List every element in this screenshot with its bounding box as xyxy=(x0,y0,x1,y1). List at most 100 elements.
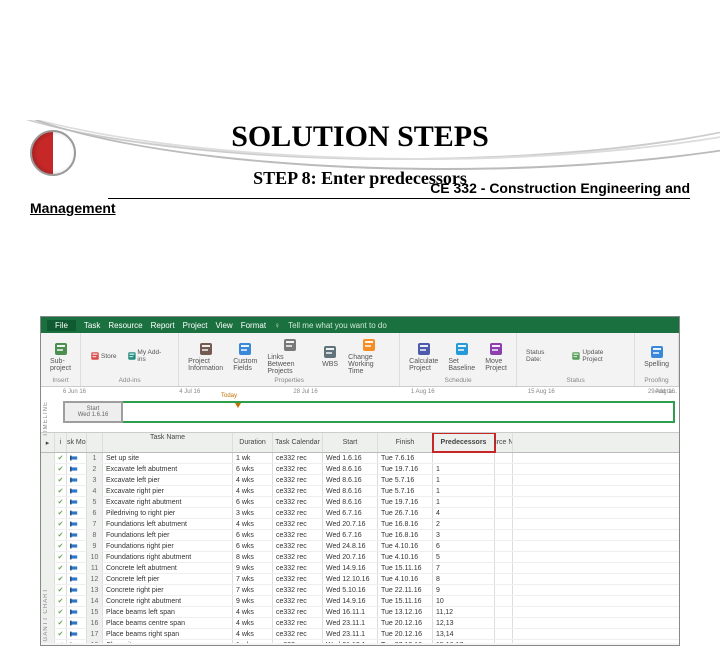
links-between-button[interactable]: Links BetweenProjects xyxy=(264,336,315,376)
cell-resource[interactable] xyxy=(495,640,513,643)
cell-finish[interactable]: Tue 22.11.16 xyxy=(378,585,433,595)
cell-start[interactable]: Wed 16.11.1 xyxy=(323,607,378,617)
cell-start[interactable]: Wed 8.6.16 xyxy=(323,486,378,496)
timeline-bar[interactable]: Start Wed 1.6.16 Today xyxy=(63,401,675,423)
cell-predecessors[interactable]: 15,16,17 xyxy=(433,640,495,643)
row-handle[interactable] xyxy=(41,574,55,584)
cell-duration[interactable]: 4 wks xyxy=(233,475,273,485)
col-task-calendar[interactable]: Task Calendar xyxy=(273,433,323,452)
cell-task-name[interactable]: Foundations left pier xyxy=(103,530,233,540)
cell-duration[interactable]: 4 wks xyxy=(233,629,273,639)
col-finish[interactable]: Finish xyxy=(378,433,433,452)
menu-file[interactable]: File xyxy=(47,320,76,331)
cell-calendar[interactable]: ce332 rec xyxy=(273,640,323,643)
cell-resource[interactable] xyxy=(495,574,513,584)
cell-finish[interactable]: Tue 15.11.16 xyxy=(378,596,433,606)
cell-finish[interactable]: Tue 27.12.16 xyxy=(378,640,433,643)
cell-start[interactable]: Wed 12.10.16 xyxy=(323,574,378,584)
task-mode-icon[interactable] xyxy=(67,508,87,518)
cell-calendar[interactable]: ce332 rec xyxy=(273,596,323,606)
timeline-add-hint[interactable]: Add ta... xyxy=(655,389,677,395)
task-mode-icon[interactable] xyxy=(67,464,87,474)
cell-task-name[interactable]: Excavate right pier xyxy=(103,486,233,496)
cell-task-name[interactable]: Excavate left pier xyxy=(103,475,233,485)
table-row[interactable]: ✔13Concrete right pier7 wksce332 recWed … xyxy=(41,585,679,596)
cell-duration[interactable]: 1 wk xyxy=(233,640,273,643)
task-mode-icon[interactable] xyxy=(67,486,87,496)
table-row[interactable]: ✔14Concrete right abutment9 wksce332 rec… xyxy=(41,596,679,607)
wbs-button[interactable]: WBS xyxy=(319,343,341,369)
move-project-button[interactable]: MoveProject xyxy=(482,340,510,373)
cell-resource[interactable] xyxy=(495,618,513,628)
cell-start[interactable]: Wed 20.7.16 xyxy=(323,519,378,529)
spelling-button[interactable]: Spelling xyxy=(641,343,672,369)
cell-calendar[interactable]: ce332 rec xyxy=(273,464,323,474)
cell-finish[interactable]: Tue 5.7.16 xyxy=(378,475,433,485)
cell-duration[interactable]: 6 wks xyxy=(233,530,273,540)
cell-duration[interactable]: 1 wk xyxy=(233,453,273,463)
cell-resource[interactable] xyxy=(495,607,513,617)
cell-finish[interactable]: Tue 4.10.16 xyxy=(378,552,433,562)
cell-resource[interactable] xyxy=(495,596,513,606)
cell-resource[interactable] xyxy=(495,453,513,463)
cell-task-name[interactable]: Excavate left abutment xyxy=(103,464,233,474)
cell-calendar[interactable]: ce332 rec xyxy=(273,453,323,463)
row-handle[interactable] xyxy=(41,563,55,573)
cell-start[interactable]: Wed 21.12.1 xyxy=(323,640,378,643)
cell-finish[interactable]: Tue 19.7.16 xyxy=(378,497,433,507)
cell-finish[interactable]: Tue 20.12.16 xyxy=(378,629,433,639)
table-row[interactable]: ✔11Concrete left abutment9 wksce332 recW… xyxy=(41,563,679,574)
cell-predecessors[interactable]: 1 xyxy=(433,486,495,496)
my-addins-button[interactable]: My Add-ins xyxy=(124,348,173,364)
menu-report[interactable]: Report xyxy=(151,321,175,330)
cell-task-name[interactable]: Foundations left abutment xyxy=(103,519,233,529)
cell-calendar[interactable]: ce332 rec xyxy=(273,629,323,639)
task-mode-icon[interactable] xyxy=(67,552,87,562)
row-handle[interactable] xyxy=(41,464,55,474)
cell-finish[interactable]: Tue 4.10.16 xyxy=(378,541,433,551)
cell-resource[interactable] xyxy=(495,519,513,529)
cell-finish[interactable]: Tue 26.7.16 xyxy=(378,508,433,518)
cell-task-name[interactable]: Foundations right pier xyxy=(103,541,233,551)
cell-resource[interactable] xyxy=(495,552,513,562)
update-project-button[interactable]: Update Project xyxy=(568,348,628,364)
cell-duration[interactable]: 4 wks xyxy=(233,519,273,529)
cell-calendar[interactable]: ce332 rec xyxy=(273,585,323,595)
tell-me-input[interactable]: Tell me what you want to do xyxy=(288,321,387,330)
table-row[interactable]: ✔18Clear site1 wkce332 recWed 21.12.1Tue… xyxy=(41,640,679,643)
cell-calendar[interactable]: ce332 rec xyxy=(273,574,323,584)
table-row[interactable]: ✔8Foundations left pier6 wksce332 recWed… xyxy=(41,530,679,541)
cell-task-name[interactable]: Place beams left span xyxy=(103,607,233,617)
col-resource-names[interactable]: Resource Names xyxy=(495,433,513,452)
cell-start[interactable]: Wed 6.7.16 xyxy=(323,530,378,540)
col-start[interactable]: Start xyxy=(323,433,378,452)
task-mode-icon[interactable] xyxy=(67,519,87,529)
cell-predecessors[interactable]: 9 xyxy=(433,585,495,595)
cell-task-name[interactable]: Concrete left abutment xyxy=(103,563,233,573)
task-mode-icon[interactable] xyxy=(67,574,87,584)
table-row[interactable]: ✔6Piledriving to right pier3 wksce332 re… xyxy=(41,508,679,519)
table-row[interactable]: ✔12Concrete left pier7 wksce332 recWed 1… xyxy=(41,574,679,585)
cell-predecessors[interactable]: 1 xyxy=(433,475,495,485)
cell-calendar[interactable]: ce332 rec xyxy=(273,618,323,628)
cell-start[interactable]: Wed 8.6.16 xyxy=(323,475,378,485)
calculate-button[interactable]: CalculateProject xyxy=(406,340,441,373)
table-row[interactable]: ✔10Foundations right abutment8 wksce332 … xyxy=(41,552,679,563)
cell-predecessors[interactable]: 11,12 xyxy=(433,607,495,617)
cell-predecessors[interactable] xyxy=(433,453,495,463)
cell-resource[interactable] xyxy=(495,541,513,551)
cell-calendar[interactable]: ce332 rec xyxy=(273,519,323,529)
cell-duration[interactable]: 7 wks xyxy=(233,574,273,584)
task-mode-icon[interactable] xyxy=(67,585,87,595)
cell-resource[interactable] xyxy=(495,585,513,595)
cell-duration[interactable]: 6 wks xyxy=(233,541,273,551)
cell-start[interactable]: Wed 6.7.16 xyxy=(323,508,378,518)
cell-duration[interactable]: 6 wks xyxy=(233,497,273,507)
cell-resource[interactable] xyxy=(495,563,513,573)
change-time-button[interactable]: ChangeWorking Time xyxy=(345,336,393,376)
cell-task-name[interactable]: Piledriving to right pier xyxy=(103,508,233,518)
cell-calendar[interactable]: ce332 rec xyxy=(273,552,323,562)
task-mode-icon[interactable] xyxy=(67,497,87,507)
cell-calendar[interactable]: ce332 rec xyxy=(273,497,323,507)
cell-predecessors[interactable]: 2 xyxy=(433,519,495,529)
